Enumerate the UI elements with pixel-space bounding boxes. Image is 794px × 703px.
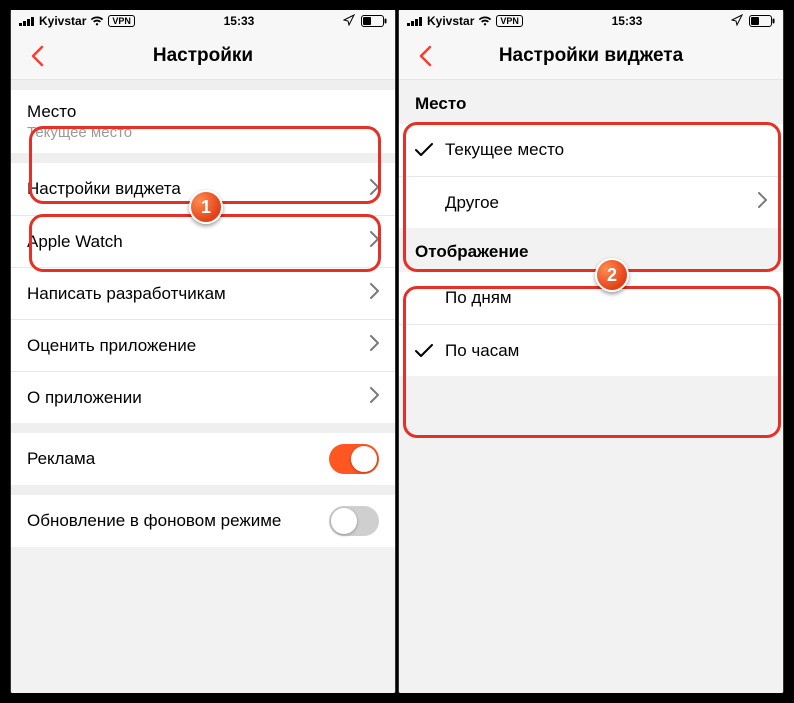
- back-button[interactable]: [405, 32, 445, 79]
- status-bar: Kyivstar VPN 15:33: [399, 10, 783, 32]
- carrier-label: Kyivstar: [39, 14, 86, 28]
- battery-icon: [749, 15, 775, 27]
- status-bar: Kyivstar VPN 15:33: [11, 10, 395, 32]
- contact-developers-row[interactable]: Написать разработчикам: [11, 267, 395, 319]
- option-other-location[interactable]: Другое: [399, 176, 783, 228]
- carrier-label: Kyivstar: [427, 14, 474, 28]
- chevron-right-icon: [370, 387, 379, 408]
- widget-settings-content: Место Текущее место Другое Отображение П…: [399, 80, 783, 693]
- section-location-header: Место: [399, 80, 783, 124]
- background-update-row: Обновление в фоновом режиме: [11, 495, 395, 547]
- option-by-hours[interactable]: По часам: [399, 324, 783, 376]
- page-title: Настройки: [153, 45, 253, 67]
- chevron-right-icon: [370, 231, 379, 252]
- location-arrow-icon: [343, 14, 355, 29]
- step-badge-2: 2: [595, 258, 629, 292]
- status-time: 15:33: [612, 14, 643, 28]
- ads-toggle[interactable]: [329, 444, 379, 474]
- back-button[interactable]: [17, 32, 57, 79]
- step-badge-1: 1: [189, 190, 223, 224]
- signal-icon: [19, 16, 35, 26]
- about-app-row[interactable]: О приложении: [11, 371, 395, 423]
- check-icon: [415, 344, 445, 358]
- nav-header: Настройки виджета: [399, 32, 783, 80]
- rate-app-row[interactable]: Оценить приложение: [11, 319, 395, 371]
- wifi-icon: [90, 16, 104, 26]
- chevron-right-icon: [370, 335, 379, 356]
- wifi-icon: [478, 16, 492, 26]
- vpn-badge: VPN: [496, 15, 523, 27]
- screen-settings: Kyivstar VPN 15:33 Настройки Место Тек: [10, 10, 396, 693]
- battery-icon: [361, 15, 387, 27]
- page-title: Настройки виджета: [499, 45, 683, 67]
- signal-icon: [407, 16, 423, 26]
- chevron-right-icon: [370, 179, 379, 200]
- location-row[interactable]: Место Текущее место: [11, 90, 395, 153]
- status-time: 15:33: [224, 14, 255, 28]
- location-arrow-icon: [731, 14, 743, 29]
- settings-content: Место Текущее место Настройки виджета Ap…: [11, 80, 395, 693]
- chevron-right-icon: [370, 283, 379, 304]
- option-current-location[interactable]: Текущее место: [399, 124, 783, 176]
- section-display-header: Отображение: [399, 228, 783, 272]
- screen-widget-settings: Kyivstar VPN 15:33 Настройки виджета Мес…: [398, 10, 784, 693]
- chevron-right-icon: [758, 192, 767, 213]
- vpn-badge: VPN: [108, 15, 135, 27]
- location-label: Место: [27, 102, 76, 122]
- location-value: Текущее место: [27, 124, 132, 141]
- option-by-days[interactable]: По дням: [399, 272, 783, 324]
- nav-header: Настройки: [11, 32, 395, 80]
- check-icon: [415, 143, 445, 157]
- ads-row: Реклама: [11, 433, 395, 485]
- background-toggle[interactable]: [329, 506, 379, 536]
